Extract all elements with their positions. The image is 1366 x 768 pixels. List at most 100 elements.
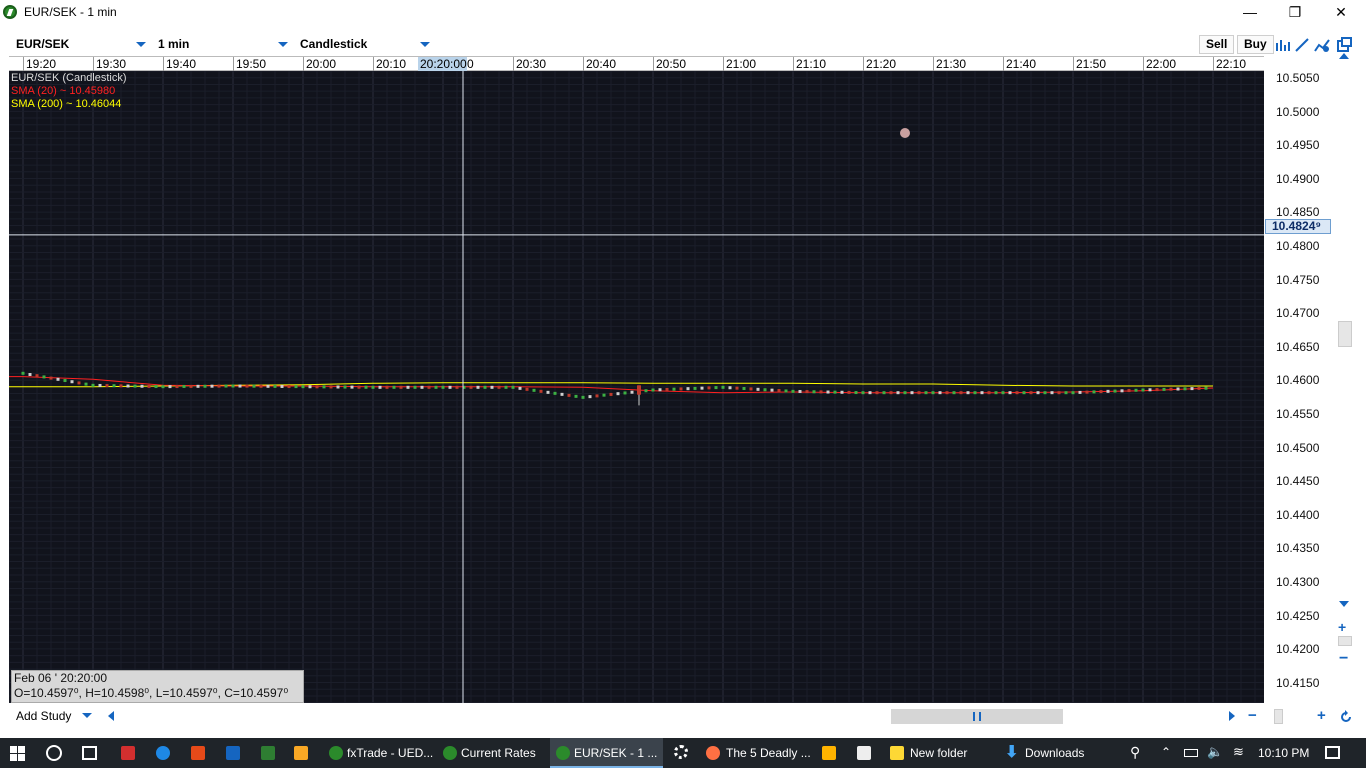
- chevron-down-icon[interactable]: [82, 713, 92, 718]
- chart-legend: EUR/SEK (Candlestick) SMA (20) ~ 10.4598…: [11, 72, 127, 111]
- taskbar-item-current-rates[interactable]: Current Rates: [437, 738, 547, 768]
- legend-sma200[interactable]: SMA (200) ~ 10.46044: [11, 98, 127, 111]
- candle: [280, 384, 284, 388]
- wifi-icon[interactable]: ≋: [1233, 744, 1244, 760]
- candle: [938, 391, 942, 395]
- indicator-icon[interactable]: [1275, 37, 1291, 53]
- chart-type-value: Candlestick: [300, 37, 368, 51]
- candle: [980, 391, 984, 395]
- excel-icon[interactable]: [261, 746, 275, 760]
- word-icon[interactable]: [226, 746, 240, 760]
- candle: [1169, 387, 1173, 391]
- candle: [287, 385, 291, 389]
- zoom-in-icon[interactable]: +: [1338, 619, 1346, 635]
- candle: [140, 384, 144, 388]
- candle: [1141, 388, 1145, 392]
- candle: [392, 385, 396, 389]
- people-icon[interactable]: ⚲: [1130, 744, 1140, 761]
- sell-button[interactable]: Sell: [1199, 35, 1235, 54]
- price-tick: 10.4700: [1276, 306, 1320, 321]
- action-center-icon[interactable]: [1325, 746, 1340, 759]
- windows-taskbar: fxTrade - UED... Current Rates EUR/SEK -…: [0, 738, 1366, 768]
- zoom-in-h-icon[interactable]: +: [1317, 707, 1326, 724]
- battery-icon[interactable]: [1184, 749, 1198, 757]
- candle: [819, 390, 823, 394]
- taskbar-item-eursek[interactable]: EUR/SEK - 1 ...: [550, 738, 663, 768]
- vertical-scroll-thumb[interactable]: [1338, 321, 1352, 347]
- edge-icon[interactable]: [156, 746, 170, 760]
- chart-type-select[interactable]: Candlestick: [294, 34, 434, 54]
- candle: [1162, 387, 1166, 391]
- time-tick: 0: [467, 57, 474, 71]
- settings-gear-icon[interactable]: [674, 745, 688, 759]
- task-view-icon[interactable]: [82, 746, 97, 760]
- chart-plot[interactable]: [9, 71, 1264, 703]
- scroll-right-icon[interactable]: [1229, 711, 1235, 721]
- time-axis: 19:20 19:30 19:40 19:50 20:00 20:10 20:2…: [9, 56, 1264, 71]
- app-icon[interactable]: [191, 746, 205, 760]
- candle: [210, 384, 214, 388]
- mail-icon[interactable]: [857, 746, 871, 760]
- candle: [546, 390, 550, 394]
- media-player-icon[interactable]: [822, 746, 836, 760]
- candle: [665, 387, 669, 391]
- candle: [1127, 389, 1131, 393]
- candle: [1092, 390, 1096, 394]
- price-tick: 10.4300: [1276, 575, 1320, 589]
- time-tick: 20:00: [303, 57, 336, 71]
- app-icon[interactable]: [294, 746, 308, 760]
- chart-canvas[interactable]: EUR/SEK (Candlestick) SMA (20) ~ 10.4598…: [9, 71, 1264, 703]
- legend-sma20[interactable]: SMA (20) ~ 10.45980: [11, 85, 127, 98]
- reset-icon[interactable]: [1339, 710, 1353, 724]
- popout-icon[interactable]: [1336, 37, 1352, 53]
- zoom-out-icon[interactable]: −: [1339, 650, 1348, 668]
- taskbar-item-downloads[interactable]: ⬇ Downloads: [999, 738, 1111, 768]
- candle: [126, 384, 130, 388]
- taskbar-item-firefox[interactable]: The 5 Deadly ...: [700, 738, 812, 768]
- candle: [728, 386, 732, 390]
- candle: [742, 387, 746, 391]
- zoom-out-h-icon[interactable]: −: [1248, 707, 1257, 724]
- draw-line-icon[interactable]: [1294, 37, 1310, 53]
- taskbar-item-new-folder[interactable]: New folder: [884, 738, 996, 768]
- vertical-scale-control[interactable]: +: [1336, 53, 1354, 635]
- mail-app-icon[interactable]: [121, 746, 135, 760]
- windows-start-icon[interactable]: [10, 746, 25, 761]
- interval-select[interactable]: 1 min: [152, 34, 292, 54]
- horizontal-scroll-thumb[interactable]: [891, 709, 1063, 724]
- candle: [406, 385, 410, 389]
- close-button[interactable]: ✕: [1318, 0, 1364, 24]
- scroll-up-icon[interactable]: [1339, 53, 1349, 59]
- minimize-button[interactable]: —: [1227, 0, 1273, 24]
- chevron-up-icon[interactable]: ⌃: [1161, 745, 1171, 759]
- candle: [357, 385, 361, 389]
- add-study-dropdown[interactable]: Add Study: [16, 709, 71, 723]
- candle: [700, 386, 704, 390]
- taskbar-item-label: fxTrade - UED...: [347, 746, 434, 760]
- candle: [105, 384, 109, 388]
- clock[interactable]: 10:10 PM: [1258, 738, 1309, 768]
- h-zoom-slider[interactable]: [1274, 709, 1283, 724]
- zoom-slider[interactable]: [1338, 636, 1352, 646]
- scroll-left-icon[interactable]: [108, 711, 114, 721]
- time-tick: 22:10: [1213, 57, 1246, 71]
- candle: [1043, 391, 1047, 395]
- price-tick: 10.5050: [1276, 71, 1320, 85]
- taskbar-item-fxtrade[interactable]: fxTrade - UED...: [323, 738, 435, 768]
- candle: [707, 386, 711, 390]
- buy-button[interactable]: Buy: [1237, 35, 1274, 54]
- chart-settings-icon[interactable]: [1314, 37, 1330, 53]
- instrument-select[interactable]: EUR/SEK: [10, 34, 150, 54]
- candle: [805, 390, 809, 394]
- candle: [539, 389, 543, 393]
- scroll-down-icon[interactable]: [1339, 601, 1349, 607]
- candle: [931, 391, 935, 395]
- price-tick: 10.4600: [1276, 373, 1320, 388]
- candle: [63, 379, 67, 383]
- time-tick: 22:00: [1143, 57, 1176, 71]
- restore-button[interactable]: ❐: [1272, 0, 1318, 24]
- search-icon[interactable]: [46, 745, 62, 761]
- legend-title: EUR/SEK (Candlestick): [11, 72, 127, 84]
- volume-muted-icon[interactable]: 🔈: [1207, 744, 1223, 760]
- folder-icon: [890, 746, 904, 760]
